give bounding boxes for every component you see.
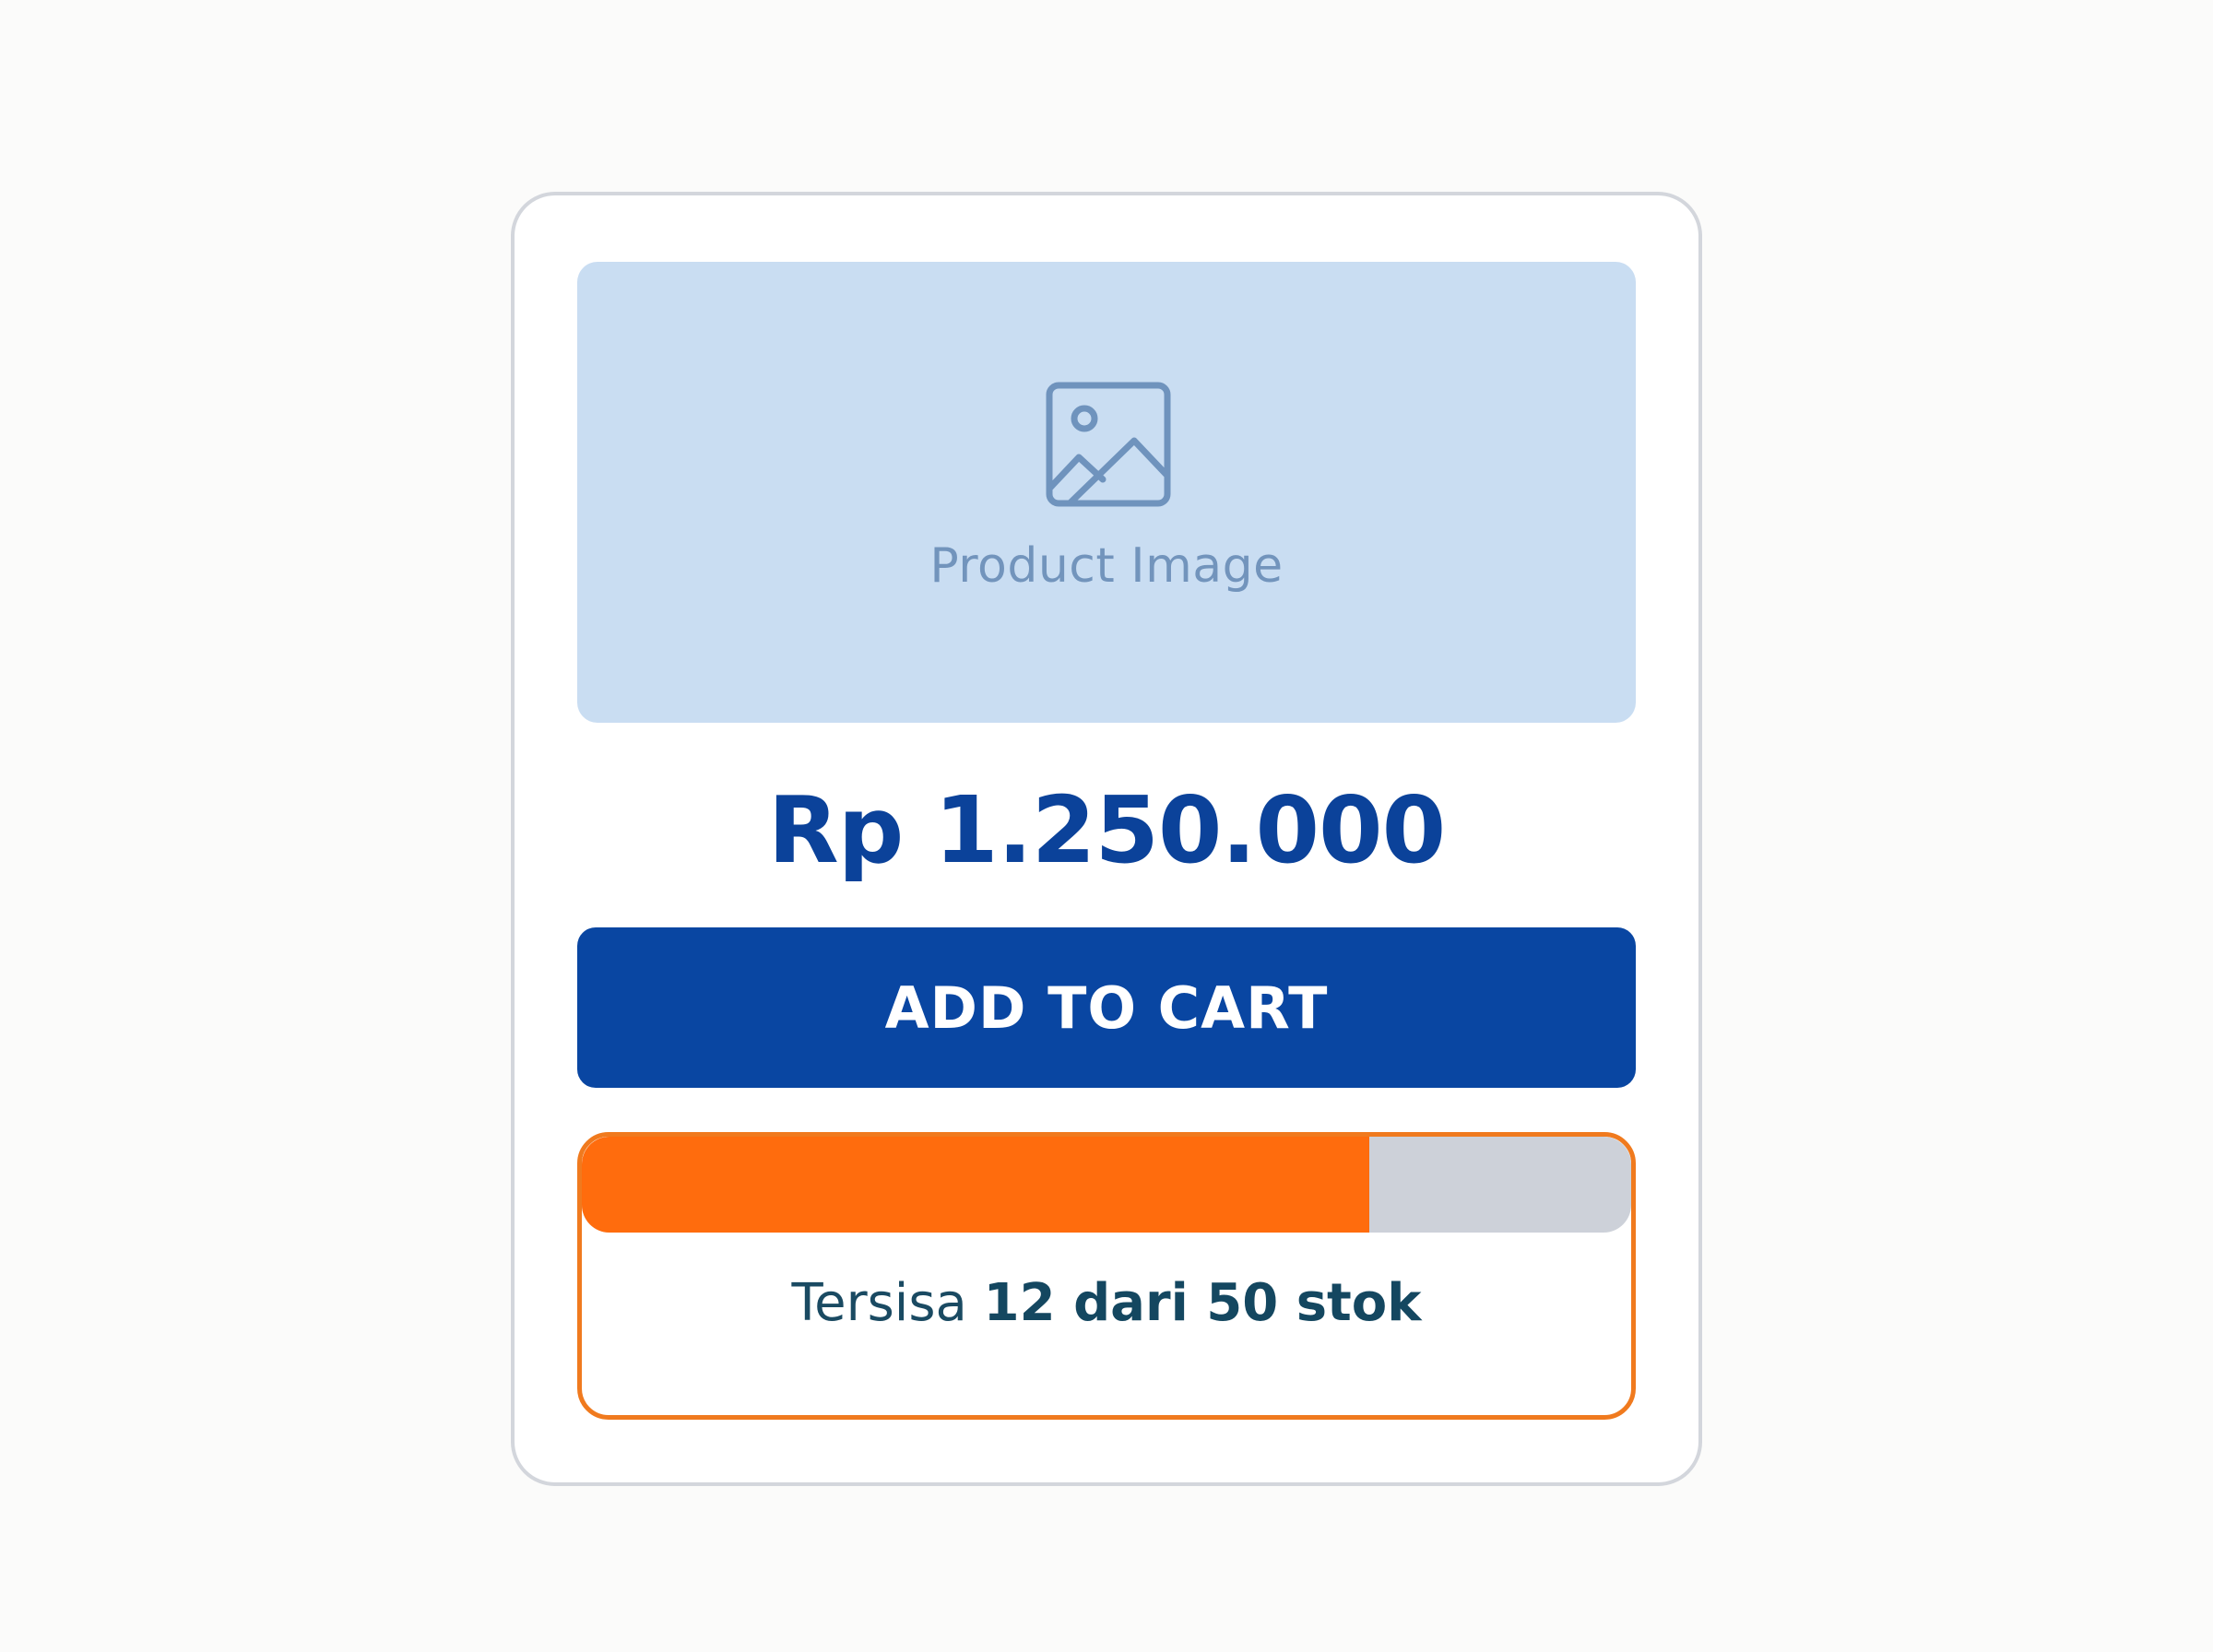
stock-progress-bar bbox=[582, 1137, 1631, 1233]
add-to-cart-button[interactable]: ADD TO CART bbox=[577, 927, 1636, 1088]
product-card: Product Image Rp 1.250.000 ADD TO CART T… bbox=[511, 192, 1702, 1486]
stock-count: 12 dari 50 stok bbox=[983, 1273, 1422, 1333]
product-image-placeholder[interactable]: Product Image bbox=[577, 262, 1636, 723]
image-icon bbox=[1044, 380, 1173, 509]
stock-text: Tersisa 12 dari 50 stok bbox=[582, 1273, 1631, 1333]
stock-indicator: Tersisa 12 dari 50 stok bbox=[577, 1132, 1636, 1420]
product-image-label: Product Image bbox=[929, 538, 1284, 594]
stock-prefix: Tersisa bbox=[791, 1273, 967, 1333]
stock-progress-fill bbox=[582, 1137, 1369, 1233]
product-price: Rp 1.250.000 bbox=[767, 776, 1446, 884]
